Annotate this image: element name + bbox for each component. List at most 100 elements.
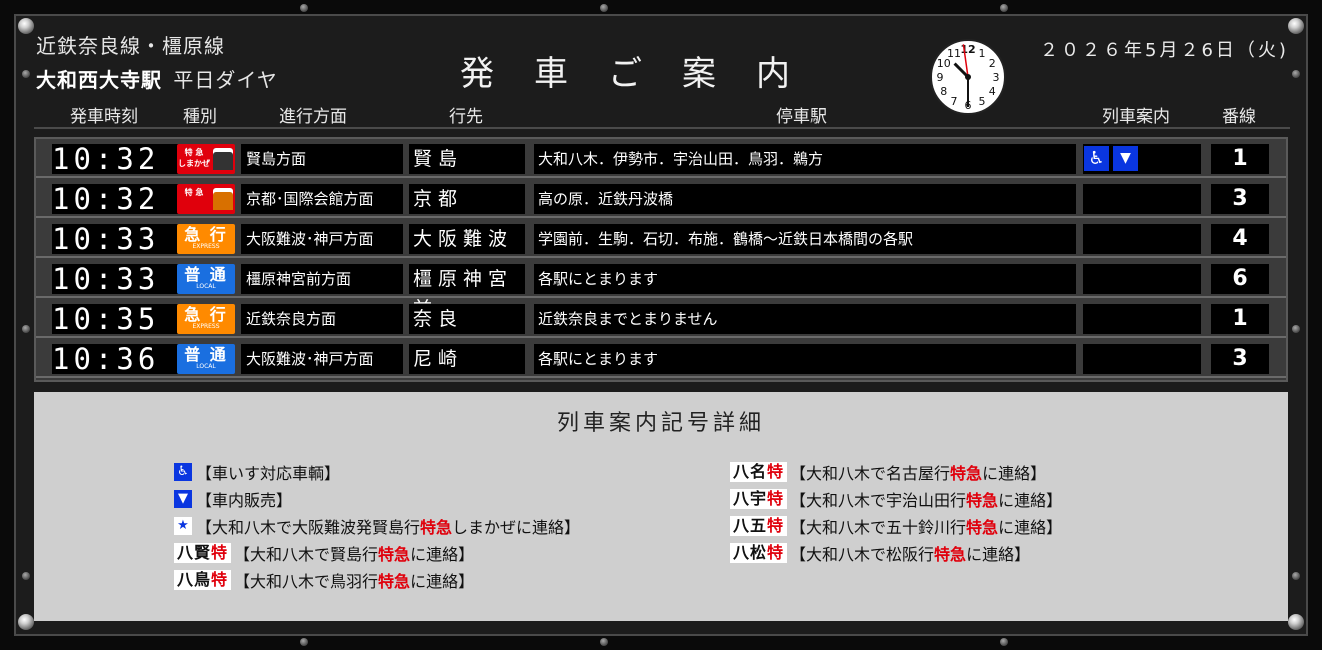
legend-text: しまかぜに連絡】 (452, 518, 581, 537)
connection-badge: 八賢特 (174, 543, 232, 563)
legend-panel: 列車案内記号詳細 ♿ 【車いす対応車輌】 ▼ 【車内販売】 ★ 【大和八木で大阪難波発賢島… (34, 392, 1288, 621)
connection-badge: 八松特 (730, 543, 788, 563)
col-header-time: 発車時刻 (70, 107, 138, 127)
train-stops: 近鉄奈良までとまりません (534, 304, 1076, 334)
departure-time: 10:36 (52, 344, 186, 374)
train-direction: 賢島方面 (241, 144, 403, 174)
train-type-badge: 急 行 EXPRESS (177, 224, 235, 254)
star-icon: ★ (174, 517, 192, 535)
train-direction: 大阪難波･神戸方面 (241, 344, 403, 374)
train-info-icons (1083, 304, 1201, 334)
vending-icon: ▼ (1113, 146, 1138, 171)
train-info-icons (1083, 184, 1201, 214)
schedule-label: 平日ダイヤ (173, 68, 278, 92)
rivet (1292, 572, 1300, 580)
train-info-icons (1083, 264, 1201, 294)
train-destination: 大阪難波 (409, 224, 525, 254)
legend-text: に連絡】 (410, 545, 475, 564)
train-stops: 学園前．生駒．石切．布施．鶴橋～近鉄日本橋間の各駅 (534, 224, 1076, 254)
train-type-badge: 特 急 (177, 184, 235, 214)
date-display: ２０２６年5月２6日（火) (1040, 40, 1289, 61)
legend-text: 【大和八木で賢島行 (234, 545, 379, 564)
legend-text: 【車内販売】 (196, 491, 293, 510)
legend-title: 列車案内記号詳細 (556, 411, 765, 436)
clock-numeral: 2 (989, 57, 996, 70)
col-header-direction: 進行方面 (279, 107, 347, 127)
col-header-info: 列車案内 (1102, 107, 1170, 127)
page-title: 発車ご案内 (460, 54, 830, 94)
train-direction: 大阪難波･神戸方面 (241, 224, 403, 254)
departure-board: 10:32 特 急しまかぜ 賢島方面 賢島 大和八木．伊勢市．宇治山田．鳥羽．鵜方 ♿ ▼ 1… (34, 137, 1288, 382)
legend-text: に連絡】 (410, 572, 475, 591)
train-destination: 奈良 (409, 304, 525, 334)
col-header-platform: 番線 (1222, 107, 1256, 127)
legend-text: に連絡】 (982, 464, 1047, 483)
station-name: 大和西大寺駅 平日ダイヤ (36, 64, 278, 93)
platform-number: 1 (1211, 304, 1269, 334)
departure-time: 10:33 (52, 264, 186, 294)
corner-bolt (1288, 18, 1304, 34)
platform-number: 1 (1211, 144, 1269, 174)
legend-item: 八五特 【大和八木で五十鈴川行 特急 に連絡】 (730, 516, 1063, 537)
train-type-badge: 普 通 LOCAL (177, 344, 235, 374)
platform-number: 4 (1211, 224, 1269, 254)
train-destination: 京都 (409, 184, 525, 214)
departure-time: 10:32 (52, 184, 186, 214)
legend-text: 【大和八木で鳥羽行 (234, 572, 379, 591)
train-row: 10:33普 通LOCAL橿原神宮前方面橿原神宮前各駅にとまります 6 (36, 259, 1286, 320)
train-destination: 橿原神宮前 (409, 264, 525, 320)
analog-clock: 121234567891011 (930, 39, 1006, 115)
legend-highlight: 特急 (934, 545, 967, 564)
train-stops: 各駅にとまります (534, 344, 1076, 374)
connection-badge: 八鳥特 (174, 570, 232, 590)
train-direction: 近鉄奈良方面 (241, 304, 403, 334)
col-header-type: 種別 (183, 107, 217, 127)
legend-highlight: 特急 (378, 545, 411, 564)
train-type-label: 特 急 (184, 188, 204, 197)
corner-bolt (18, 18, 34, 34)
clock-numeral: 3 (993, 71, 1000, 84)
legend-text: に連絡】 (998, 518, 1063, 537)
train-row: 10:33 急 行 EXPRESS 大阪難波･神戸方面 大阪難波 学園前．生駒．石切．布施… (36, 219, 1286, 258)
rivet (1000, 4, 1008, 12)
vending-icon: ▼ (174, 490, 192, 508)
legend-item: 八賢特 【大和八木で賢島行 特急 に連絡】 (174, 543, 475, 564)
clock-numeral: 9 (937, 71, 944, 84)
rivet (22, 325, 30, 333)
rivet (22, 70, 30, 78)
legend-item: 八松特 【大和八木で松阪行 特急 に連絡】 (730, 543, 1030, 564)
legend-text: 【大和八木で大阪難波発賢島行 (196, 518, 421, 537)
legend-highlight: 特急 (420, 518, 453, 537)
legend-text: 【大和八木で五十鈴川行 (790, 518, 967, 537)
platform-number: 6 (1211, 264, 1269, 294)
train-row: 10:32 特 急しまかぜ 賢島方面 賢島 大和八木．伊勢市．宇治山田．鳥羽．鵜方 ♿ ▼ 1 (36, 139, 1286, 178)
header-divider (34, 127, 1290, 129)
station-label: 大和西大寺駅 (36, 68, 162, 92)
clock-numeral: 7 (951, 95, 958, 108)
train-type-badge: 特 急しまかぜ (177, 144, 235, 174)
train-type-badge: 普 通 LOCAL (177, 264, 235, 294)
rivet (300, 4, 308, 12)
legend-text: 【大和八木で名古屋行 (790, 464, 951, 483)
train-row: 10:32 特 急 京都･国際会館方面 京都 高の原．近鉄丹波橋 3 (36, 179, 1286, 218)
legend-item: ★ 【大和八木で大阪難波発賢島行 特急 しまかぜに連絡】 (174, 516, 581, 537)
train-type-label: 特 急しまかぜ (178, 148, 210, 168)
connection-badge: 八五特 (730, 516, 788, 536)
rivet (600, 638, 608, 646)
train-stops: 各駅にとまります (534, 264, 1076, 294)
departure-time: 10:33 (52, 224, 186, 254)
rivet (22, 572, 30, 580)
train-stops: 高の原．近鉄丹波橋 (534, 184, 1076, 214)
platform-number: 3 (1211, 184, 1269, 214)
rivet (300, 638, 308, 646)
legend-text: 【車いす対応車輌】 (196, 464, 341, 483)
clock-numeral: 4 (989, 85, 996, 98)
clock-numeral: 11 (947, 47, 961, 60)
wheelchair-icon: ♿ (1084, 146, 1109, 171)
train-type-badge: 急 行 EXPRESS (177, 304, 235, 334)
train-info-icons (1083, 224, 1201, 254)
legend-item: 八宇特 【大和八木で宇治山田行 特急 に連絡】 (730, 489, 1062, 510)
train-direction: 橿原神宮前方面 (241, 264, 403, 294)
col-header-destination: 行先 (449, 107, 483, 127)
train-info-icons (1083, 344, 1201, 374)
